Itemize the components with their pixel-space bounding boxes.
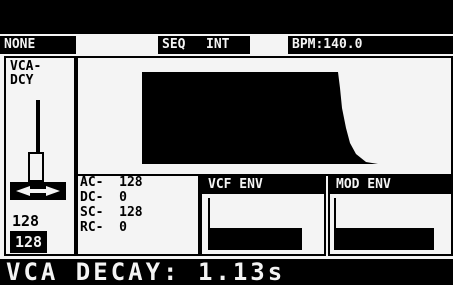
param-value: 128 <box>12 212 40 230</box>
param-row-dc: DC- 0 <box>80 190 127 205</box>
mode-indicator: NONE <box>0 36 76 54</box>
param-label-line2: DCY <box>10 73 34 88</box>
status-bar: NONE SEQ INT BPM:140.0 <box>0 36 453 54</box>
mod-env-panel <box>328 192 453 256</box>
seq-indicator: SEQ <box>158 36 206 54</box>
param-row-rc: RC- 0 <box>80 220 127 235</box>
param-row-ac: AC- 128 <box>80 175 143 190</box>
slider-handle[interactable] <box>28 152 44 182</box>
param-value-selected[interactable]: 128 <box>10 231 48 253</box>
param-list: AC- 128 DC- 0 SC- 128 RC- 0 <box>80 176 143 236</box>
vcf-env-graph <box>208 198 302 250</box>
envelope-graph-panel <box>76 56 453 176</box>
param-label-line1: VCA- <box>10 59 42 74</box>
arrow-icon <box>16 186 60 196</box>
title-bar: B-16 Default Program <box>0 0 453 99</box>
int-indicator: INT <box>202 36 250 54</box>
slider-track <box>36 100 40 155</box>
vca-envelope-graph <box>142 72 378 164</box>
bpm-display: BPM:140.0 <box>288 36 453 54</box>
slider-base-icon <box>10 182 66 200</box>
footer-status: VCA DECAY: 1.13s <box>0 259 453 285</box>
synth-display: B-16 Default Program NONE SEQ INT BPM:14… <box>0 0 453 285</box>
mod-env-graph <box>334 198 434 250</box>
vcf-env-panel <box>200 192 326 256</box>
param-row-sc: SC- 128 <box>80 205 143 220</box>
